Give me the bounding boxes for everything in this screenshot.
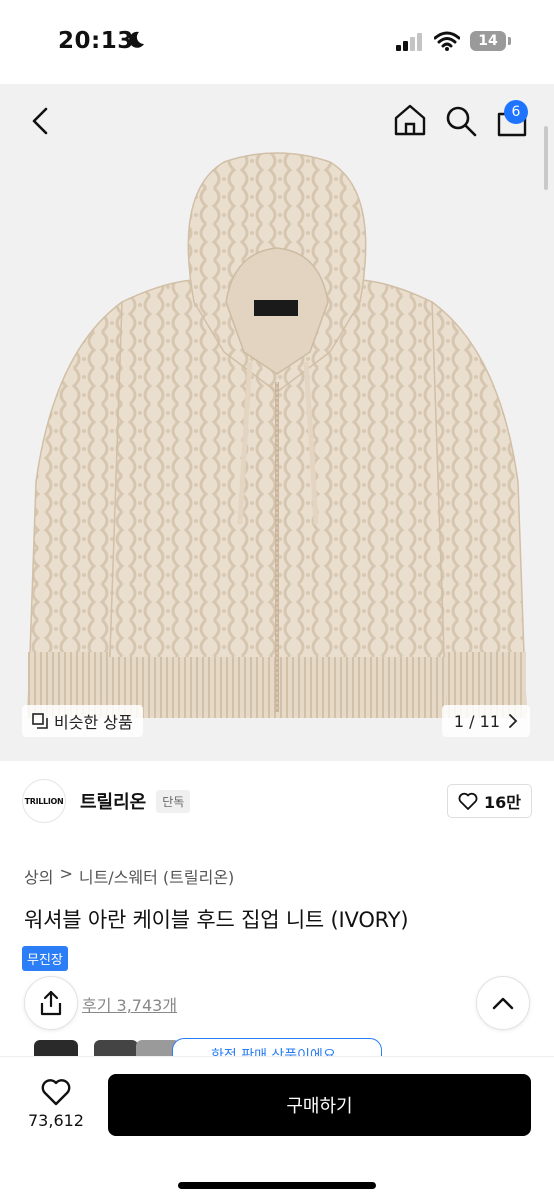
home-indicator xyxy=(178,1182,376,1189)
bottom-action-bar: 73,612 구매하기 xyxy=(0,1056,554,1200)
battery-level: 14 xyxy=(470,31,506,51)
heart-outline-icon[interactable] xyxy=(41,1077,71,1107)
share-icon xyxy=(40,990,62,1016)
buy-button[interactable]: 구매하기 xyxy=(108,1074,531,1136)
product-image-knit-hoodie xyxy=(27,152,527,718)
search-icon[interactable] xyxy=(444,104,478,138)
home-icon[interactable] xyxy=(392,102,428,138)
brand-like-button[interactable]: 16만 xyxy=(447,784,532,818)
similar-products-button[interactable]: 비슷한 상품 xyxy=(22,705,143,737)
back-icon[interactable] xyxy=(24,104,58,138)
exclusive-tag: 단독 xyxy=(156,789,191,813)
promo-badge: 무진장 xyxy=(22,946,68,971)
review-count-link[interactable]: 후기 3,743개 xyxy=(82,992,177,1016)
moon-icon xyxy=(129,31,144,48)
breadcrumb-separator: > xyxy=(59,864,73,883)
breadcrumb: 상의 > 니트/스웨터 (트릴리온) xyxy=(24,864,234,888)
page-indicator-text: 1 / 11 xyxy=(453,711,500,731)
similar-items-icon xyxy=(32,713,48,729)
brand-logo[interactable]: TRILLION xyxy=(22,779,66,823)
brand-name[interactable]: 트릴리온 xyxy=(80,788,146,814)
cellular-signal-icon xyxy=(396,33,422,51)
battery-tip xyxy=(508,37,511,45)
breadcrumb-subcategory[interactable]: 니트/스웨터 (트릴리온) xyxy=(79,864,234,888)
wishlist-count: 73,612 xyxy=(28,1111,84,1130)
cart-count-badge: 6 xyxy=(504,100,528,124)
status-bar: 20:13 14 xyxy=(0,0,554,84)
image-page-indicator[interactable]: 1 / 11 xyxy=(441,705,530,737)
breadcrumb-category[interactable]: 상의 xyxy=(24,864,53,888)
brand-like-count: 16만 xyxy=(484,793,521,812)
scroll-indicator xyxy=(544,126,548,190)
wifi-icon xyxy=(434,31,460,51)
chevron-up-icon xyxy=(492,997,514,1010)
brand-row[interactable]: TRILLION 트릴리온 단독 16만 xyxy=(22,776,532,826)
status-time: 20:13 xyxy=(58,28,134,54)
similar-products-label: 비슷한 상품 xyxy=(54,713,133,732)
chevron-right-icon xyxy=(509,714,518,728)
product-image-carousel[interactable]: 6 비슷한 상품 1 / 11 xyxy=(0,84,554,761)
product-title: 워셔블 아란 케이블 후드 집업 니트 (IVORY) xyxy=(24,908,409,932)
share-button[interactable] xyxy=(24,976,78,1030)
heart-outline-icon xyxy=(458,792,478,810)
scroll-top-button[interactable] xyxy=(476,976,530,1030)
